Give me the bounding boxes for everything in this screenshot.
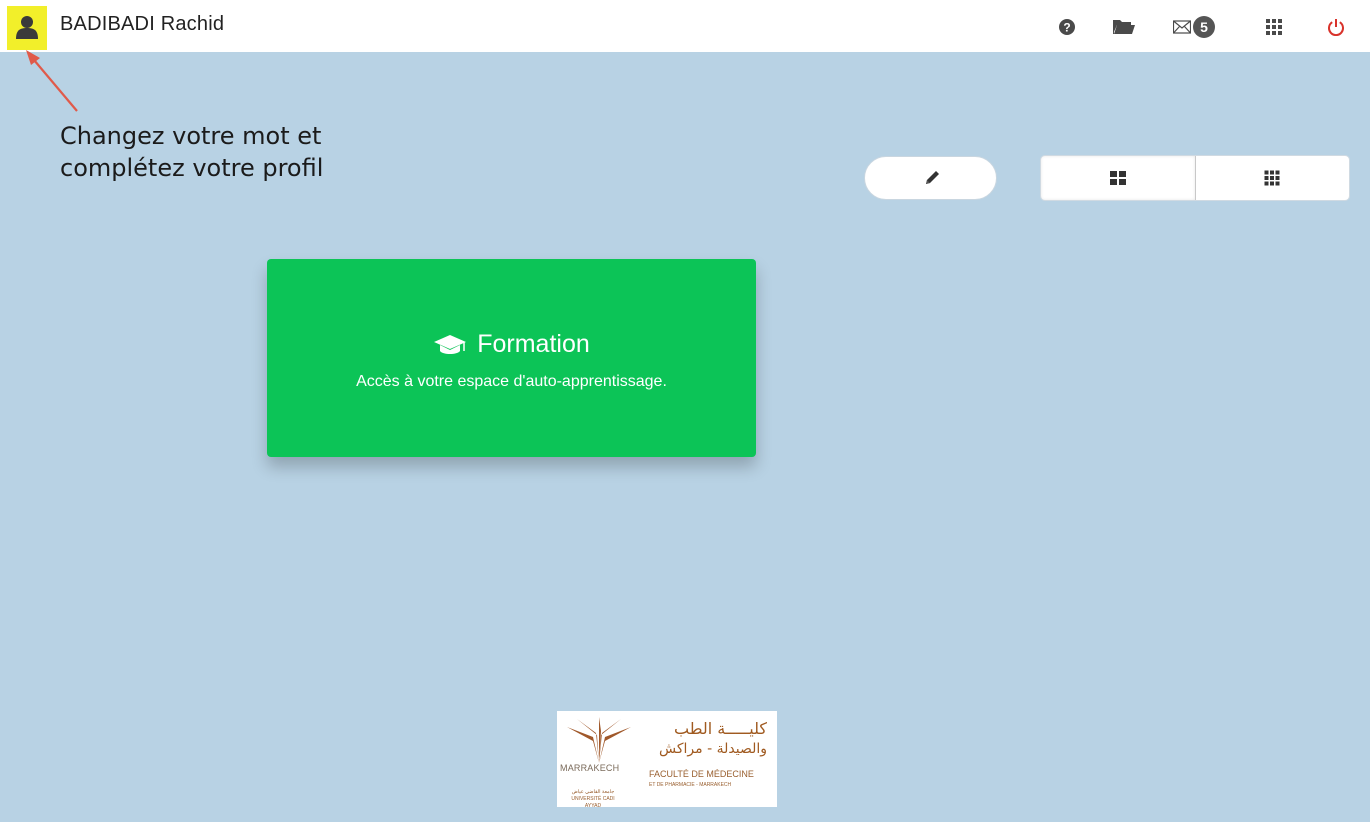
logo-french-line2: ET DE PHARMACIE - MARRAKECH xyxy=(649,782,732,788)
logout-button[interactable] xyxy=(1327,16,1345,38)
logo-arabic-line1: كليـــــة الطب xyxy=(674,719,767,738)
svg-text:?: ? xyxy=(1063,21,1070,35)
annotation-text: Changez votre mot et complétez votre pro… xyxy=(60,122,324,182)
formation-tile[interactable]: Formation Accès à votre espace d'auto-ap… xyxy=(267,259,756,457)
apps-grid-icon xyxy=(1266,19,1282,35)
logo-university: جامعة القاضي عياض UNIVERSITÉ CADI AYYAD xyxy=(571,789,615,809)
faculty-logo: MARRAKECH جامعة القاضي عياض UNIVERSITÉ C… xyxy=(557,711,777,809)
large-tiles-view-button[interactable] xyxy=(1041,156,1196,200)
logo-french-line1: FACULTÉ DE MÉDECINE xyxy=(649,769,754,779)
tile-title: Formation xyxy=(477,330,590,358)
user-profile-button[interactable] xyxy=(7,6,47,50)
folder-button[interactable] xyxy=(1112,16,1136,38)
help-icon: ? xyxy=(1059,19,1075,35)
view-toggle xyxy=(1040,155,1350,201)
tile-header: Formation xyxy=(267,330,756,359)
mail-count-badge: 5 xyxy=(1193,16,1215,38)
logo-city: MARRAKECH xyxy=(560,763,620,773)
apps-button[interactable] xyxy=(1266,16,1282,38)
small-grid-icon xyxy=(1264,170,1280,186)
pencil-icon xyxy=(926,171,939,184)
palm-logo-icon xyxy=(567,717,631,763)
top-bar: BADIBADI Rachid ? 5 xyxy=(0,0,1370,52)
edit-layout-button[interactable] xyxy=(864,156,997,200)
large-grid-icon xyxy=(1109,171,1126,185)
small-tiles-view-button[interactable] xyxy=(1196,156,1350,200)
help-button[interactable]: ? xyxy=(1058,16,1076,38)
graduation-cap-icon xyxy=(434,334,467,354)
folder-open-icon xyxy=(1113,20,1135,34)
logo-arabic-line2: والصيدلة - مراكش xyxy=(659,741,767,757)
tile-description: Accès à votre espace d'auto-apprentissag… xyxy=(356,373,667,390)
power-icon xyxy=(1328,19,1344,36)
user-icon xyxy=(16,16,38,39)
mail-button[interactable]: 5 xyxy=(1173,16,1215,38)
mail-icon xyxy=(1173,20,1191,34)
user-name[interactable]: BADIBADI Rachid xyxy=(60,13,224,36)
